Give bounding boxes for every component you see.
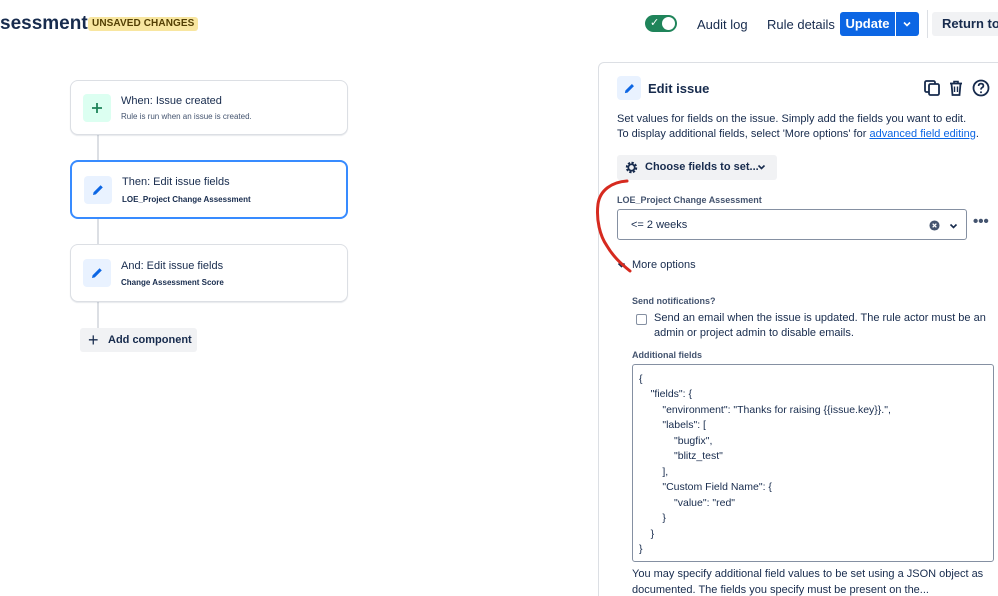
pencil-icon bbox=[617, 76, 641, 100]
json-line: } bbox=[639, 528, 655, 540]
return-button[interactable]: Return to ru bbox=[932, 12, 998, 36]
loe-field-value: <= 2 weeks bbox=[631, 219, 688, 231]
loe-field-select[interactable]: <= 2 weeks bbox=[617, 209, 967, 240]
gear-icon bbox=[625, 161, 638, 174]
pencil-icon bbox=[83, 259, 111, 287]
chevron-down-icon bbox=[757, 164, 766, 170]
send-notifications-checkbox[interactable] bbox=[636, 314, 647, 325]
json-line: "Custom Field Name": { bbox=[639, 481, 772, 493]
json-line: "fields": { bbox=[639, 388, 692, 400]
additional-fields-help-2: documented. The fields you specify must … bbox=[632, 584, 929, 596]
advanced-field-editing-link[interactable]: advanced field editing bbox=[869, 128, 975, 140]
copy-icon[interactable] bbox=[923, 79, 941, 97]
flow-connector bbox=[97, 218, 99, 246]
json-line: } bbox=[639, 512, 666, 524]
json-line: ], bbox=[639, 466, 669, 478]
add-component-label: Add component bbox=[108, 334, 192, 346]
action-title: Then: Edit issue fields bbox=[122, 176, 230, 188]
toggle-knob bbox=[662, 17, 675, 30]
unsaved-changes-badge: UNSAVED CHANGES bbox=[88, 17, 199, 31]
plus-icon: + bbox=[88, 330, 99, 350]
panel-description: Set values for fields on the issue. Simp… bbox=[617, 113, 967, 125]
action-subtitle: Change Assessment Score bbox=[121, 278, 224, 287]
action-card-edit-issue-2[interactable]: And: Edit issue fields Change Assessment… bbox=[70, 244, 348, 302]
more-actions-icon[interactable]: ••• bbox=[973, 214, 989, 229]
send-notifications-text-2: admin or project admin to disable emails… bbox=[654, 327, 854, 339]
panel-description-suffix: . bbox=[975, 128, 979, 140]
page-title: sessment bbox=[0, 13, 88, 34]
trash-icon[interactable] bbox=[947, 79, 965, 97]
check-icon: ✓ bbox=[650, 17, 660, 29]
flow-connector bbox=[97, 134, 99, 162]
panel-description-2: To display additional fields, select 'Mo… bbox=[617, 128, 979, 140]
chevron-down-icon[interactable] bbox=[949, 223, 958, 230]
flow-connector bbox=[97, 301, 99, 329]
choose-fields-label: Choose fields to set... bbox=[645, 161, 759, 173]
plus-icon bbox=[83, 94, 111, 122]
choose-fields-button[interactable]: Choose fields to set... bbox=[617, 155, 777, 180]
json-line: "environment": "Thanks for raising {{iss… bbox=[639, 404, 891, 416]
action-card-edit-issue-1[interactable]: Then: Edit issue fields LOE_Project Chan… bbox=[70, 160, 348, 219]
send-notifications-label: Send notifications? bbox=[632, 296, 716, 306]
action-title: And: Edit issue fields bbox=[121, 260, 224, 272]
additional-fields-label: Additional fields bbox=[632, 350, 703, 360]
action-subtitle: LOE_Project Change Assessment bbox=[122, 195, 251, 204]
chevron-down-icon bbox=[617, 262, 626, 268]
send-notifications-text: Send an email when the issue is updated.… bbox=[654, 312, 986, 324]
additional-fields-textarea[interactable]: { "fields": { "environment": "Thanks for… bbox=[632, 364, 994, 562]
trigger-subtitle: Rule is run when an issue is created. bbox=[121, 112, 252, 121]
json-line: "blitz_test" bbox=[639, 450, 723, 462]
json-line: { bbox=[639, 373, 643, 385]
trigger-card[interactable]: When: Issue created Rule is run when an … bbox=[70, 80, 348, 135]
chevron-down-icon bbox=[903, 21, 911, 27]
additional-fields-help: You may specify additional field values … bbox=[632, 568, 984, 580]
trigger-title: When: Issue created bbox=[121, 95, 222, 107]
update-dropdown-button[interactable] bbox=[896, 12, 919, 36]
json-line: "bugfix", bbox=[639, 435, 713, 447]
add-component-button[interactable]: + Add component bbox=[80, 328, 197, 352]
rule-details-link[interactable]: Rule details bbox=[767, 17, 835, 32]
panel-description-text: To display additional fields, select 'Mo… bbox=[617, 128, 870, 140]
more-options-label: More options bbox=[632, 259, 696, 271]
update-button[interactable]: Update bbox=[840, 12, 895, 36]
json-line: "value": "red" bbox=[639, 497, 736, 509]
pencil-icon bbox=[84, 176, 112, 204]
clear-icon[interactable] bbox=[929, 220, 940, 231]
json-line: } bbox=[639, 543, 643, 555]
header-divider bbox=[927, 10, 928, 38]
loe-field-label: LOE_Project Change Assessment bbox=[617, 195, 762, 205]
rule-enabled-toggle[interactable]: ✓ bbox=[645, 15, 677, 32]
question-icon[interactable] bbox=[972, 79, 990, 97]
panel-title: Edit issue bbox=[648, 81, 710, 96]
audit-log-link[interactable]: Audit log bbox=[697, 17, 748, 32]
json-line: "labels": [ bbox=[639, 419, 706, 431]
